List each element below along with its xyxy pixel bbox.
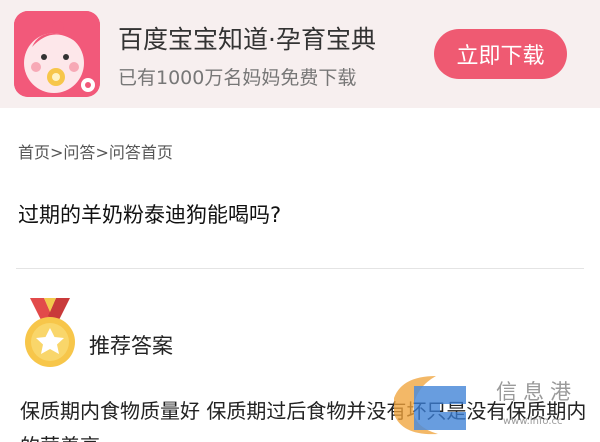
breadcrumb-separator: > xyxy=(95,143,109,162)
breadcrumb-separator: > xyxy=(50,143,64,162)
divider xyxy=(16,268,584,269)
baby-face-icon xyxy=(14,11,100,97)
app-icon[interactable] xyxy=(14,11,100,97)
recommended-answer-label: 推荐答案 xyxy=(89,334,173,358)
watermark-text: 信息港 xyxy=(496,380,577,404)
breadcrumb-qa-link[interactable]: 问答 xyxy=(63,143,95,162)
app-download-banner[interactable]: 百度宝宝知道·孕育宝典 已有1000万名妈妈免费下载 立即下载 xyxy=(0,0,600,108)
watermark-url: www.info.cc xyxy=(503,416,563,427)
breadcrumb-home-link[interactable]: 首页 xyxy=(18,143,50,162)
breadcrumb-qa-home-link[interactable]: 问答首页 xyxy=(109,143,173,162)
breadcrumb: 首页>问答>问答首页 xyxy=(18,139,173,163)
app-title: 百度宝宝知道·孕育宝典 xyxy=(118,25,376,54)
medal-star-icon xyxy=(25,298,75,367)
download-button[interactable]: 立即下载 xyxy=(434,29,567,79)
question-title: 过期的羊奶粉泰迪狗能喝吗? xyxy=(18,203,282,227)
app-subtitle: 已有1000万名妈妈免费下载 xyxy=(118,67,357,89)
